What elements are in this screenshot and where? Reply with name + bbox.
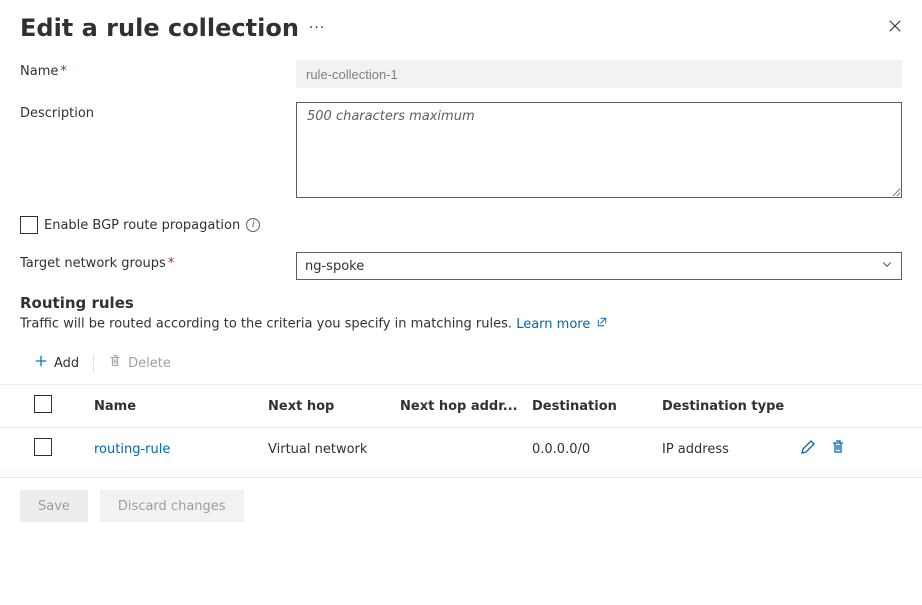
plus-icon bbox=[34, 354, 48, 372]
enable-bgp-checkbox[interactable] bbox=[20, 216, 38, 234]
rule-destination: 0.0.0.0/0 bbox=[532, 442, 662, 457]
description-label: Description bbox=[20, 102, 296, 121]
name-input bbox=[296, 60, 902, 88]
col-name: Name bbox=[94, 399, 268, 414]
target-groups-label: Target network groups* bbox=[20, 252, 296, 271]
discard-button[interactable]: Discard changes bbox=[100, 490, 244, 522]
enable-bgp-label: Enable BGP route propagation bbox=[44, 218, 240, 233]
save-button[interactable]: Save bbox=[20, 490, 88, 522]
more-icon[interactable]: ··· bbox=[309, 20, 325, 36]
divider bbox=[93, 354, 94, 372]
close-button[interactable] bbox=[888, 19, 902, 37]
description-textarea[interactable] bbox=[296, 102, 902, 198]
rule-name-link[interactable]: routing-rule bbox=[94, 442, 268, 457]
col-next-hop: Next hop bbox=[268, 399, 400, 414]
target-groups-select[interactable]: ng-spoke bbox=[296, 252, 902, 280]
add-button[interactable]: Add bbox=[34, 354, 79, 372]
external-link-icon bbox=[596, 316, 608, 332]
select-all-checkbox[interactable] bbox=[34, 395, 52, 413]
delete-row-icon[interactable] bbox=[830, 439, 846, 459]
col-next-hop-addr: Next hop addr... bbox=[400, 399, 532, 414]
rules-table: Name Next hop Next hop addr... Destinati… bbox=[0, 385, 922, 471]
col-destination: Destination bbox=[532, 399, 662, 414]
target-groups-value: ng-spoke bbox=[305, 259, 364, 274]
name-label: Name* bbox=[20, 60, 296, 79]
col-destination-type: Destination type bbox=[662, 399, 800, 414]
learn-more-link[interactable]: Learn more bbox=[516, 317, 608, 332]
table-row: routing-rule Virtual network 0.0.0.0/0 I… bbox=[0, 428, 922, 471]
row-checkbox[interactable] bbox=[34, 438, 52, 456]
page-title: Edit a rule collection bbox=[20, 14, 299, 42]
info-icon[interactable]: i bbox=[246, 218, 260, 232]
delete-button: Delete bbox=[108, 354, 171, 372]
trash-icon bbox=[108, 354, 122, 372]
rule-next-hop: Virtual network bbox=[268, 442, 400, 457]
routing-rules-heading: Routing rules bbox=[0, 294, 922, 312]
edit-icon[interactable] bbox=[800, 439, 816, 459]
routing-hint: Traffic will be routed according to the … bbox=[20, 317, 512, 332]
chevron-down-icon bbox=[881, 258, 893, 274]
rule-destination-type: IP address bbox=[662, 442, 800, 457]
